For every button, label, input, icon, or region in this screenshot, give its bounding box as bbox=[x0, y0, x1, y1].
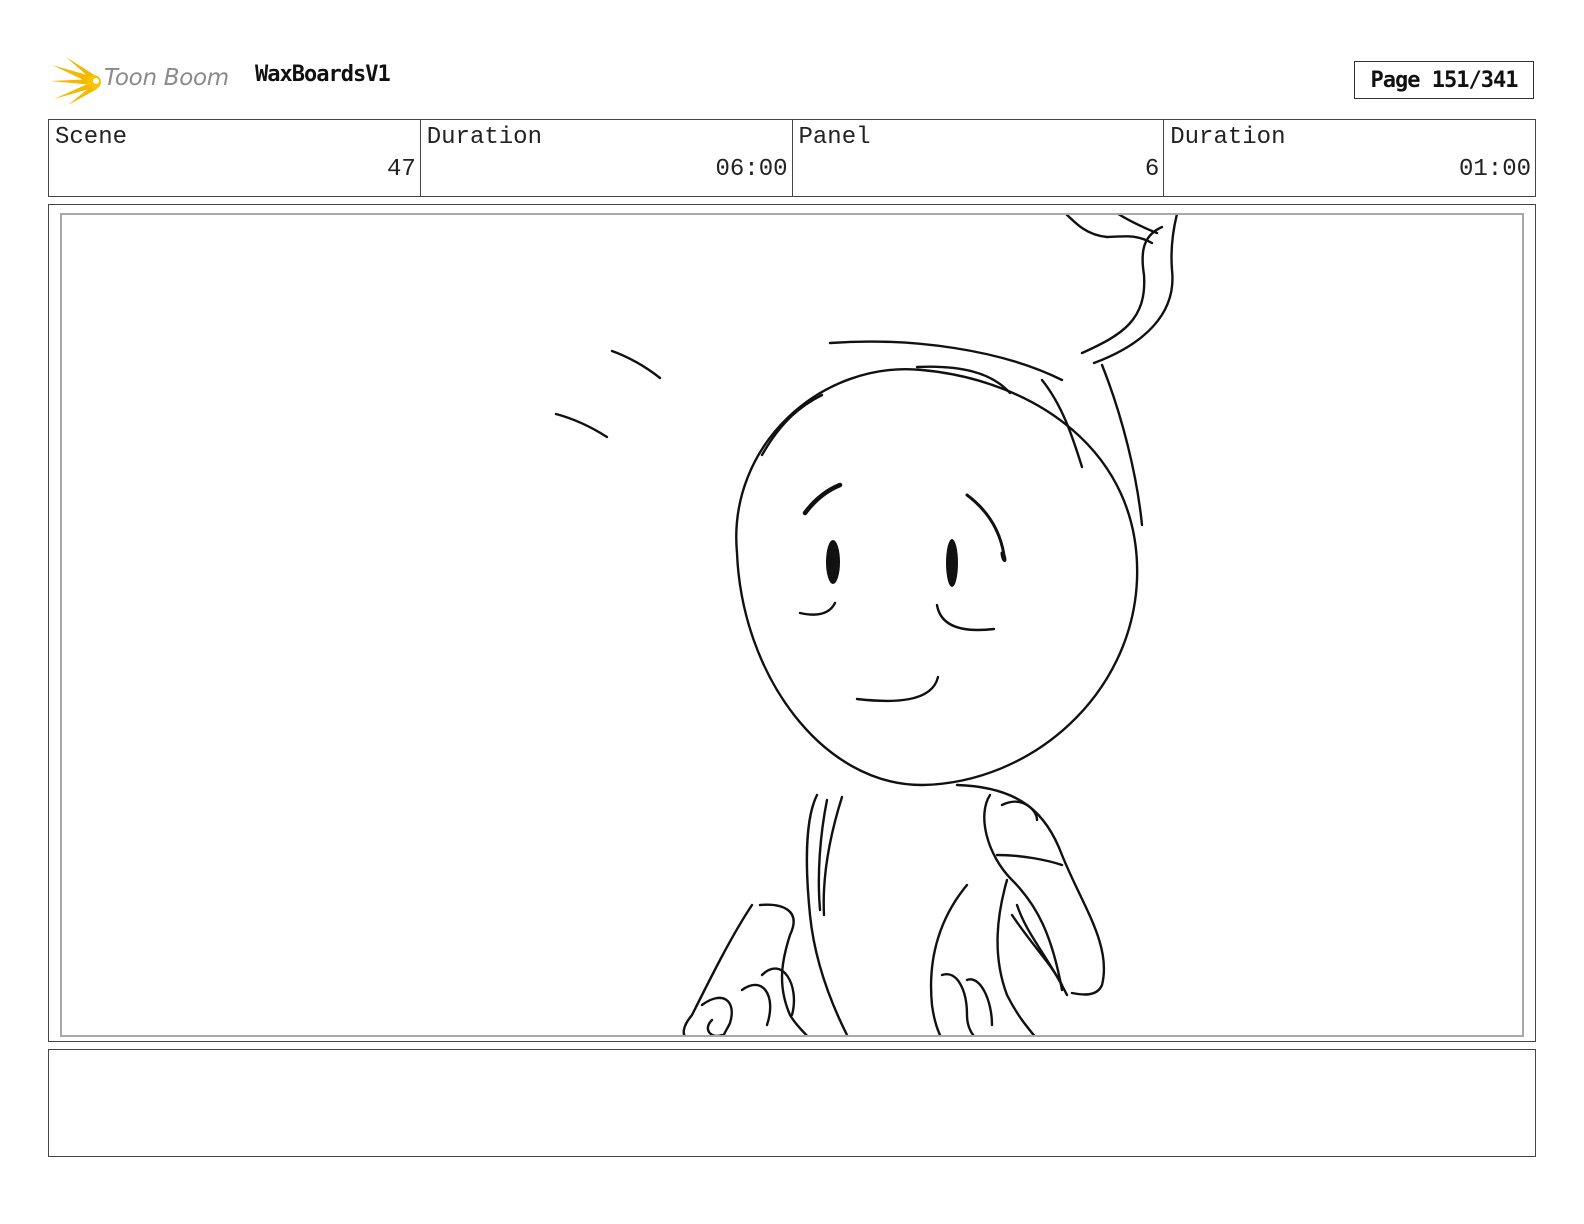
motion-line bbox=[554, 412, 609, 439]
right-arm-sketch bbox=[995, 853, 1064, 867]
project-title: WaxBoardsV1 bbox=[255, 62, 391, 87]
logo-wordmark: Toon Boom bbox=[104, 65, 229, 91]
panel-image bbox=[60, 213, 1524, 1037]
scene-duration-value: 06:00 bbox=[715, 156, 788, 183]
panel-duration-value: 01:00 bbox=[1458, 156, 1531, 183]
right-cheek bbox=[935, 603, 996, 632]
antenna bbox=[1080, 225, 1164, 355]
scene-value: 47 bbox=[386, 156, 416, 183]
left-finger bbox=[706, 1018, 724, 1035]
scene-duration-label: Duration bbox=[426, 124, 542, 151]
page-number: Page 151/341 bbox=[1354, 61, 1534, 99]
head-sketch-line bbox=[760, 393, 824, 457]
right-shoulder bbox=[1000, 800, 1039, 822]
scene-label: Scene bbox=[55, 124, 128, 151]
toon-boom-logo: Toon Boom bbox=[50, 55, 240, 107]
body-left-sketch bbox=[822, 795, 844, 917]
mouth bbox=[855, 675, 940, 703]
right-hand bbox=[929, 883, 969, 1035]
antenna-tip bbox=[1065, 215, 1154, 245]
right-finger bbox=[965, 978, 994, 1027]
antenna-tip bbox=[1117, 215, 1159, 235]
left-finger bbox=[700, 996, 733, 1035]
right-eye bbox=[946, 539, 958, 587]
panel-value: 6 bbox=[1144, 156, 1160, 183]
character-sketch bbox=[554, 215, 1178, 1035]
head-sketch-line bbox=[1040, 378, 1084, 469]
panel-label: Panel bbox=[798, 124, 871, 151]
storyboard-panel bbox=[48, 204, 1536, 1042]
left-hand bbox=[682, 903, 754, 1035]
sunburst-icon bbox=[50, 57, 101, 105]
head-sketch-line bbox=[1100, 363, 1144, 527]
panel-duration-cell: Duration 01:00 bbox=[1164, 120, 1535, 196]
right-arm-sketch bbox=[983, 793, 1064, 992]
panel-duration-label: Duration bbox=[1170, 124, 1286, 151]
panel-cell: Panel 6 bbox=[793, 120, 1165, 196]
right-arm bbox=[955, 783, 1106, 996]
scene-duration-cell: Duration 06:00 bbox=[421, 120, 793, 196]
notes-box bbox=[48, 1049, 1536, 1157]
motion-line bbox=[610, 349, 662, 380]
left-eye bbox=[826, 540, 840, 584]
left-eyebrow bbox=[802, 482, 843, 516]
right-finger bbox=[1010, 913, 1064, 987]
head-outline bbox=[735, 368, 1139, 787]
left-cheek bbox=[798, 601, 837, 616]
body-left bbox=[805, 793, 849, 1035]
right-eyebrow bbox=[965, 493, 1007, 563]
scene-cell: Scene 47 bbox=[49, 120, 421, 196]
scene-info-table: Scene 47 Duration 06:00 Panel 6 Duration… bbox=[48, 119, 1536, 197]
right-finger bbox=[940, 973, 975, 1035]
left-finger bbox=[740, 983, 772, 1027]
